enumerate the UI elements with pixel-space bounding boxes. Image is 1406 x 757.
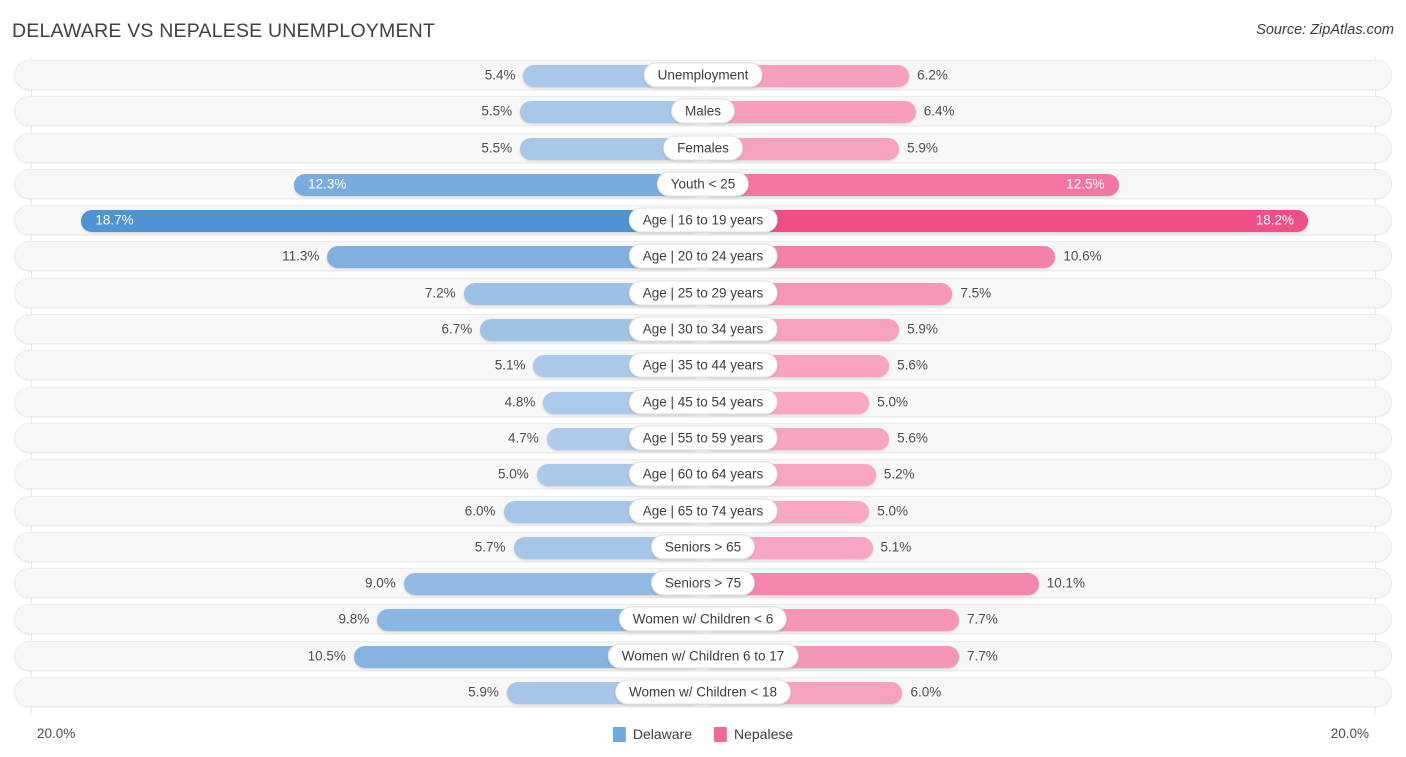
chart-row: 12.3% 12.5% Youth < 25	[14, 168, 1392, 199]
value-label-nepalese: 5.6%	[897, 357, 928, 373]
category-label-pill[interactable]: Age | 30 to 34 years	[628, 316, 778, 342]
legend-label: Nepalese	[733, 726, 794, 742]
category-label-pill[interactable]: Age | 60 to 64 years	[628, 461, 778, 487]
category-label-pill[interactable]: Youth < 25	[656, 171, 750, 197]
chart-row: 5.5% 6.4% Males	[14, 96, 1392, 127]
value-label-delaware: 5.5%	[481, 140, 513, 156]
value-label-nepalese: 10.6%	[1063, 248, 1102, 264]
value-label-nepalese: 5.2%	[883, 466, 915, 482]
chart-page: DELAWARE VS NEPALESE UNEMPLOYMENT Source…	[0, 0, 1406, 757]
chart-plot-area: 5.4% 6.2% Unemployment 5.5% 6.4% Males 5.5% 5.9…	[0, 58, 1406, 718]
legend-swatch-pink	[713, 726, 727, 742]
legend-item[interactable]: Delaware	[612, 726, 692, 742]
chart-footer: 20.0% 20.0% Delaware Nepalese	[0, 718, 1406, 757]
category-label-pill[interactable]: Males	[670, 98, 736, 124]
category-label-pill[interactable]: Age | 20 to 24 years	[628, 243, 778, 269]
category-label-pill[interactable]: Age | 25 to 29 years	[628, 280, 778, 306]
value-label-delaware: 4.8%	[504, 394, 536, 410]
value-label-nepalese: 5.0%	[877, 394, 908, 410]
legend-label: Delaware	[632, 726, 692, 742]
value-label-nepalese: 5.0%	[877, 503, 908, 519]
category-label-pill[interactable]: Seniors > 65	[650, 534, 756, 560]
value-label-delaware: 4.7%	[507, 430, 539, 446]
legend-item[interactable]: Nepalese	[713, 726, 794, 742]
chart-row: 7.2% 7.5% Age | 25 to 29 years	[14, 277, 1392, 308]
value-label-nepalese: 18.2%	[1255, 212, 1295, 228]
chart-row: 5.0% 5.2% Age | 60 to 64 years	[14, 459, 1392, 490]
category-label-pill[interactable]: Age | 55 to 59 years	[628, 425, 778, 451]
chart-row: 11.3% 10.6% Age | 20 to 24 years	[14, 241, 1392, 272]
value-label-delaware: 5.9%	[468, 684, 499, 700]
category-label-pill[interactable]: Seniors > 75	[650, 570, 756, 596]
value-label-delaware: 7.2%	[424, 285, 456, 301]
category-label-pill[interactable]: Women w/ Children < 6	[618, 606, 788, 632]
value-label-delaware: 10.5%	[307, 648, 346, 664]
value-label-nepalese: 5.1%	[880, 539, 912, 555]
chart-row: 5.7% 5.1% Seniors > 65	[14, 531, 1392, 562]
chart-row: 6.7% 5.9% Age | 30 to 34 years	[14, 314, 1392, 345]
value-label-delaware: 5.1%	[494, 357, 526, 373]
value-label-delaware: 5.5%	[481, 103, 513, 119]
bar-delaware	[294, 173, 703, 196]
value-label-nepalese: 5.6%	[897, 430, 928, 446]
category-label-pill[interactable]: Age | 45 to 54 years	[628, 389, 778, 415]
chart-row: 6.0% 5.0% Age | 65 to 74 years	[14, 495, 1392, 526]
chart-header: DELAWARE VS NEPALESE UNEMPLOYMENT Source…	[0, 0, 1406, 56]
chart-rows: 5.4% 6.2% Unemployment 5.5% 6.4% Males 5.5% 5.9…	[14, 60, 1392, 713]
category-label-pill[interactable]: Unemployment	[643, 62, 763, 88]
source-attribution: Source: ZipAtlas.com	[1256, 22, 1394, 38]
value-label-delaware: 12.3%	[308, 176, 347, 192]
chart-row: 4.8% 5.0% Age | 45 to 54 years	[14, 386, 1392, 417]
value-label-delaware: 6.7%	[441, 321, 473, 337]
value-label-delaware: 11.3%	[282, 248, 320, 264]
value-label-nepalese: 7.7%	[966, 611, 998, 627]
category-label-pill[interactable]: Age | 65 to 74 years	[628, 498, 778, 524]
legend-swatch-blue	[612, 726, 626, 742]
chart-row: 5.1% 5.6% Age | 35 to 44 years	[14, 350, 1392, 381]
value-label-delaware: 18.7%	[95, 212, 134, 228]
bar-delaware	[81, 210, 703, 233]
chart-legend: Delaware Nepalese	[612, 726, 794, 742]
value-label-nepalese: 6.2%	[917, 67, 948, 83]
chart-row: 10.5% 7.7% Women w/ Children 6 to 17	[14, 640, 1392, 671]
value-label-nepalese: 7.5%	[960, 285, 992, 301]
value-label-nepalese: 6.0%	[910, 684, 942, 700]
value-label-delaware: 5.4%	[484, 67, 516, 83]
chart-row: 5.5% 5.9% Females	[14, 132, 1392, 163]
category-label-pill[interactable]: Women w/ Children 6 to 17	[607, 643, 799, 669]
bar-nepalese	[703, 173, 1119, 196]
chart-row: 5.4% 6.2% Unemployment	[14, 60, 1392, 90]
category-label-pill[interactable]: Females	[663, 135, 743, 161]
value-label-delaware: 5.0%	[498, 466, 529, 482]
chart-row: 5.9% 6.0% Women w/ Children < 18	[14, 677, 1392, 708]
value-label-delaware: 9.0%	[365, 575, 396, 591]
category-label-pill[interactable]: Age | 35 to 44 years	[628, 352, 778, 378]
value-label-delaware: 5.7%	[474, 539, 506, 555]
value-label-nepalese: 5.9%	[907, 321, 938, 337]
page-title: DELAWARE VS NEPALESE UNEMPLOYMENT	[12, 20, 436, 42]
value-label-nepalese: 7.7%	[966, 648, 998, 664]
category-label-pill[interactable]: Age | 16 to 19 years	[628, 207, 778, 233]
chart-row: 4.7% 5.6% Age | 55 to 59 years	[14, 422, 1392, 453]
axis-max-left: 20.0%	[37, 726, 76, 741]
value-label-nepalese: 6.4%	[923, 103, 955, 119]
value-label-delaware: 9.8%	[338, 611, 370, 627]
chart-row: 18.7% 18.2% Age | 16 to 19 years	[14, 205, 1392, 236]
value-label-nepalese: 5.9%	[907, 140, 938, 156]
category-label-pill[interactable]: Women w/ Children < 18	[615, 679, 791, 705]
axis-max-right: 20.0%	[1330, 726, 1369, 741]
bar-nepalese	[703, 210, 1309, 233]
chart-row: 9.0% 10.1% Seniors > 75	[14, 568, 1392, 599]
chart-row: 9.8% 7.7% Women w/ Children < 6	[14, 604, 1392, 635]
value-label-nepalese: 12.5%	[1066, 176, 1105, 192]
value-label-nepalese: 10.1%	[1046, 575, 1086, 591]
value-label-delaware: 6.0%	[464, 503, 496, 519]
